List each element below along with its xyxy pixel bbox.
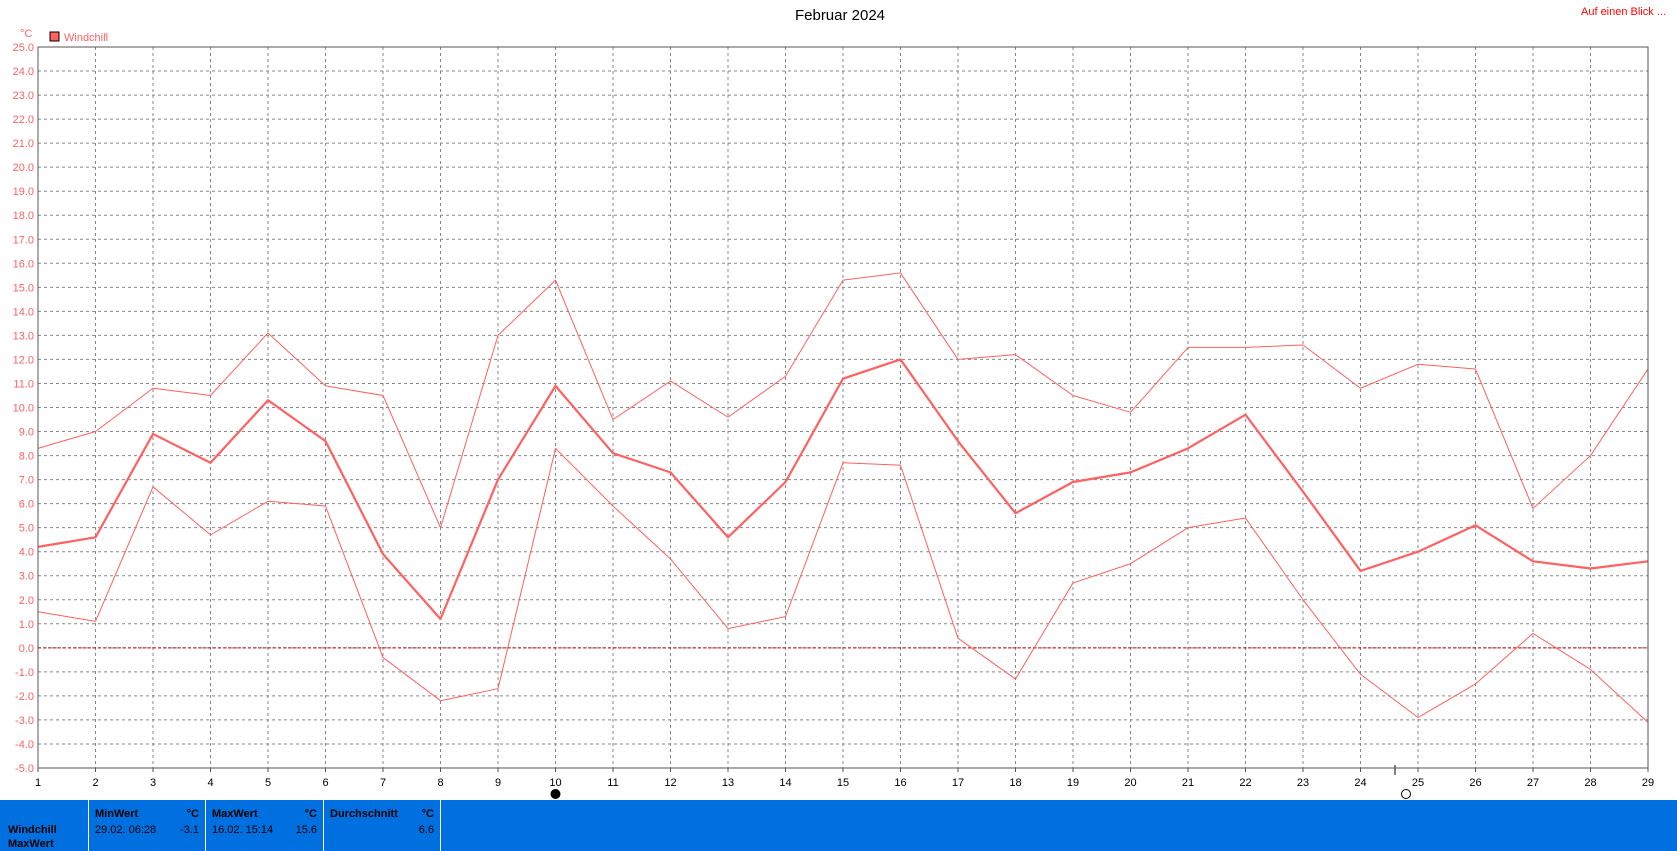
x-tick-label: 2 [92,777,98,789]
max-date: 16.02. 15:14 [212,824,274,836]
x-tick-label: 18 [1009,777,1021,789]
y-tick-label: 24.0 [13,66,34,78]
x-tick-label: 10 [549,777,561,789]
y-tick-label: 3.0 [19,571,34,583]
x-tick-label: 19 [1067,777,1079,789]
x-tick-label: 23 [1297,777,1309,789]
min-date: 29.02. 06:28 [95,824,157,836]
x-tick-label: 9 [495,777,501,789]
avg-unit: °C [421,808,434,820]
y-tick-label: -2.0 [15,691,34,703]
x-tick-label: 16 [894,777,906,789]
y-tick-label: 13.0 [13,330,34,342]
x-tick-label: 1 [35,777,41,789]
series-line-min [37,447,1649,723]
x-tick-label: 8 [437,777,443,789]
row-label-windchill: Windchill [8,824,57,836]
y-tick-label: 6.0 [19,499,34,511]
avg-header: Durchschnitt [330,808,398,820]
x-tick-label: 3 [150,777,156,789]
y-tick-label: 18.0 [13,210,34,222]
series-line-avg [37,358,1649,621]
y-tick-label: 17.0 [13,234,34,246]
chart-title: Februar 2024 [795,7,885,24]
x-tick-label: 6 [322,777,328,789]
x-tick-label: 5 [265,777,271,789]
x-tick-label: 25 [1412,777,1424,789]
full-moon-icon [550,789,561,799]
y-tick-label: 20.0 [13,162,34,174]
y-tick-label: -4.0 [15,739,34,751]
avg-cell: Durchschnitt °C 6.6 [323,800,441,851]
x-tick-label: 27 [1527,777,1539,789]
x-tick-label: 20 [1124,777,1136,789]
y-tick-label: 11.0 [13,378,34,390]
avg-value: 6.6 [418,824,434,836]
y-tick-label: 25.0 [13,42,34,54]
x-tick-label: 11 [607,777,618,789]
chart: Februar 2024 Auf einen Blick ... °C Wind… [13,6,1666,799]
max-unit: °C [304,808,317,820]
y-tick-label: 0.0 [19,643,34,655]
y-tick-label: 9.0 [19,427,34,439]
y-tick-label: 23.0 [13,90,34,102]
x-tick-label: 22 [1239,777,1251,789]
row-label-maxwert: MaxWert [8,838,54,850]
new-moon-icon [1401,789,1411,799]
x-tick-label: 17 [952,777,964,789]
y-tick-label: 1.0 [19,619,34,631]
x-tick-label: 21 [1182,777,1194,789]
y-axis: -5.0 -4.0 -3.0 -2.0 -1.0 0.0 1.0 2.0 3.0 4.0 5.0 6.… [13,42,34,775]
y-tick-label: 2.0 [19,595,34,607]
legend-label: Windchill [64,32,108,44]
overview-link[interactable]: Auf einen Blick ... [1581,6,1666,18]
summary-bar: Windchill MaxWert MinWert °C 29.02. 06:2… [0,800,1677,851]
x-tick-label: 26 [1469,777,1481,789]
min-value: -3.1 [180,824,199,836]
moon-markers [550,765,1411,799]
x-axis: 1 2 3 4 5 6 7 8 9 10 11 12 13 14 15 16 17 18 19 20 21 22 23 24 2… [35,768,1654,789]
x-tick-label: 13 [722,777,734,789]
y-tick-label: -1.0 [15,667,34,679]
y-tick-label: 15.0 [13,282,34,294]
min-header: MinWert [95,808,139,820]
y-tick-label: 10.0 [13,403,34,415]
y-tick-label: 7.0 [19,475,34,487]
x-tick-label: 24 [1354,777,1366,789]
x-tick-label: 29 [1642,777,1654,789]
y-tick-label: 12.0 [13,354,34,366]
y-tick-label: 16.0 [13,258,34,270]
max-header: MaxWert [212,808,258,820]
x-tick-label: 15 [837,777,849,789]
min-cell: MinWert °C 29.02. 06:28 -3.1 [88,800,205,851]
y-tick-label: -3.0 [15,715,34,727]
x-tick-label: 12 [664,777,676,789]
x-tick-label: 7 [380,777,386,789]
min-unit: °C [186,808,199,820]
y-tick-label: 22.0 [13,114,34,126]
y-tick-label: 19.0 [13,186,34,198]
y-tick-label: 8.0 [19,451,34,463]
y-tick-label: 21.0 [13,138,34,150]
max-cell: MaxWert °C 16.02. 15:14 15.6 [205,800,323,851]
x-tick-label: 28 [1584,777,1596,789]
y-tick-label: -5.0 [15,763,34,775]
y-tick-label: 4.0 [19,547,34,559]
y-tick-label: 5.0 [19,523,34,535]
x-tick-label: 4 [207,777,213,789]
x-tick-label: 14 [779,777,791,789]
y-unit-label: °C [20,28,32,40]
max-value: 15.6 [295,824,317,836]
y-tick-label: 14.0 [13,306,34,318]
legend-swatch [49,31,60,42]
